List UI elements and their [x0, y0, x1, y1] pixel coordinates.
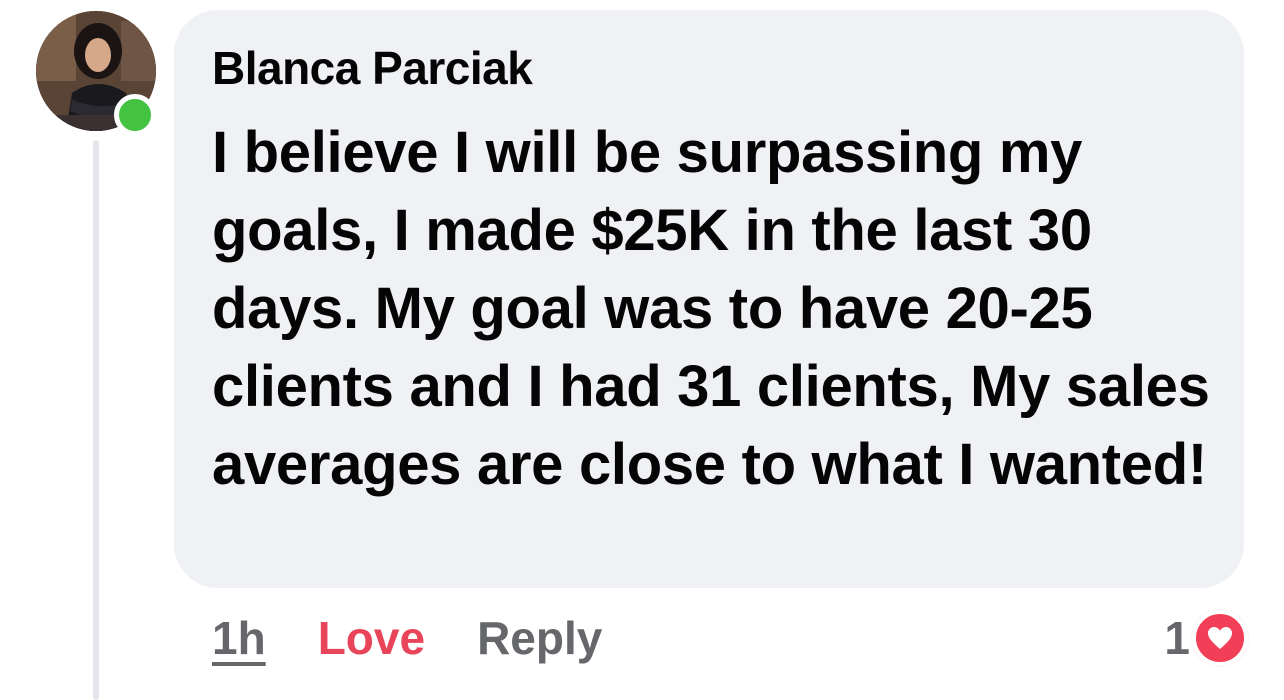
thread-line: [93, 140, 99, 700]
online-status-dot: [114, 94, 156, 136]
comment-actions: 1h Love Reply: [212, 608, 602, 668]
comment-timestamp[interactable]: 1h: [212, 611, 266, 665]
comment-thread: Blanca Parciak I believe I will be surpa…: [0, 0, 1284, 700]
comment-author[interactable]: Blanca Parciak: [212, 40, 1208, 96]
comment-bubble[interactable]: Blanca Parciak I believe I will be surpa…: [174, 10, 1244, 588]
comment-text: I believe I will be surpassing my goals,…: [212, 120, 1210, 497]
reaction-summary[interactable]: 1: [1164, 606, 1248, 670]
reply-button[interactable]: Reply: [477, 611, 602, 665]
heart-icon: [1192, 610, 1248, 666]
reaction-count: 1: [1164, 612, 1190, 664]
love-reaction-button[interactable]: Love: [318, 611, 425, 665]
